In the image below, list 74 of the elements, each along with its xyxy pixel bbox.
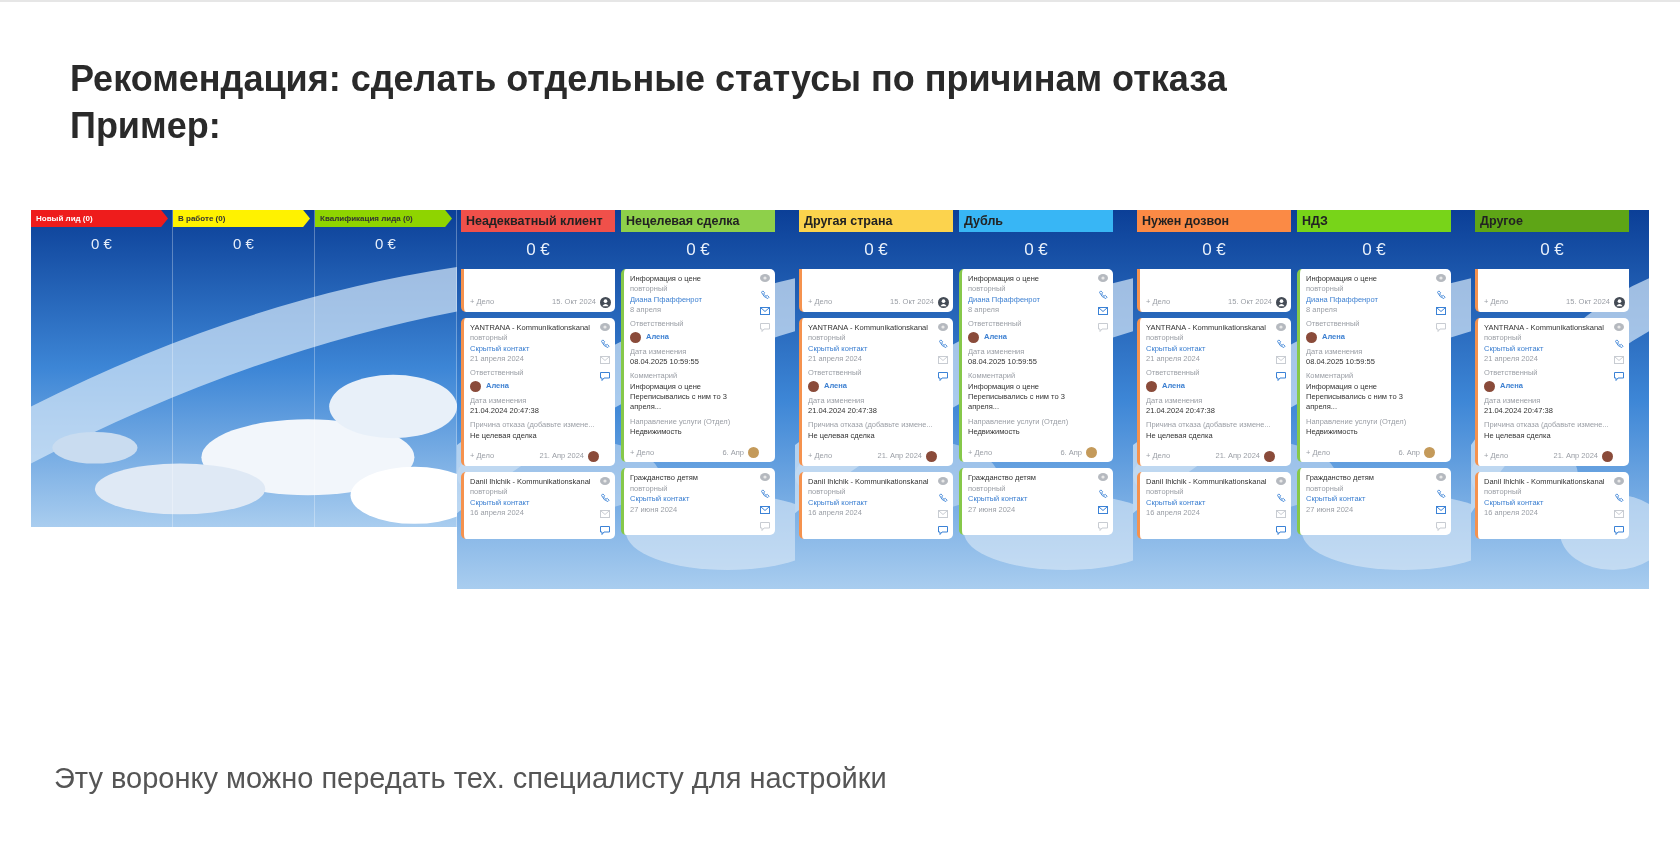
eye-icon[interactable] bbox=[1098, 274, 1108, 282]
eye-icon[interactable] bbox=[1614, 323, 1624, 331]
user-icon bbox=[938, 297, 949, 308]
user-icon bbox=[1614, 297, 1625, 308]
stage-header[interactable]: Неадекватный клиент bbox=[461, 210, 615, 232]
stage-header[interactable]: Квалификация лида (0) bbox=[315, 210, 452, 227]
stage-header[interactable]: Новый лид (0) bbox=[31, 210, 168, 227]
stage-total: 0 € bbox=[233, 235, 254, 252]
note-text: Эту воронку можно передать тех. специалисту для настройки bbox=[54, 762, 887, 795]
avatar bbox=[588, 451, 599, 463]
phone-icon[interactable] bbox=[760, 290, 770, 299]
stage-total: 0 € bbox=[1024, 240, 1048, 260]
phone-icon[interactable] bbox=[1098, 489, 1108, 499]
phone-icon[interactable] bbox=[600, 339, 610, 348]
eye-icon[interactable] bbox=[938, 323, 948, 331]
stage-total: 0 € bbox=[864, 240, 888, 260]
stage-header[interactable]: Другая страна bbox=[799, 210, 953, 232]
avatar bbox=[470, 380, 481, 392]
phone-icon[interactable] bbox=[1098, 290, 1108, 299]
eye-icon[interactable] bbox=[600, 323, 610, 331]
avatar bbox=[748, 447, 759, 459]
envelope-icon[interactable] bbox=[760, 307, 770, 315]
chat-icon[interactable] bbox=[1614, 372, 1624, 381]
avatar bbox=[1602, 451, 1613, 463]
eye-icon[interactable] bbox=[1098, 473, 1108, 482]
chat-icon[interactable] bbox=[1098, 522, 1108, 532]
envelope-icon[interactable] bbox=[1614, 510, 1624, 519]
chat-icon[interactable] bbox=[1098, 323, 1108, 332]
eye-icon[interactable] bbox=[1614, 477, 1624, 486]
avatar bbox=[926, 451, 937, 463]
deal-card[interactable] bbox=[621, 269, 775, 463]
stage-header[interactable]: В работе (0) bbox=[173, 210, 310, 227]
chat-icon[interactable] bbox=[938, 372, 948, 381]
stage-total: 0 € bbox=[1540, 240, 1564, 260]
avatar bbox=[1484, 380, 1495, 392]
chat-icon[interactable] bbox=[1614, 526, 1624, 536]
stage-total: 0 € bbox=[526, 240, 550, 260]
deal-card[interactable] bbox=[959, 269, 1113, 463]
phone-icon[interactable] bbox=[938, 339, 948, 348]
envelope-icon[interactable] bbox=[600, 510, 610, 519]
eye-icon[interactable] bbox=[760, 274, 770, 282]
stage-total: 0 € bbox=[686, 240, 710, 260]
stage-header[interactable]: Другое bbox=[1475, 210, 1629, 232]
stage-header[interactable]: Нецелевая сделка bbox=[621, 210, 775, 232]
chat-icon[interactable] bbox=[600, 372, 610, 381]
chat-icon[interactable] bbox=[600, 526, 610, 536]
chat-icon[interactable] bbox=[760, 323, 770, 332]
avatar bbox=[808, 380, 819, 392]
heading: Пример: bbox=[70, 104, 221, 148]
avatar bbox=[968, 331, 979, 343]
phone-icon[interactable] bbox=[1614, 339, 1624, 348]
user-icon bbox=[600, 297, 611, 308]
phone-icon[interactable] bbox=[760, 489, 770, 499]
phone-icon[interactable] bbox=[600, 493, 610, 503]
eye-icon[interactable] bbox=[760, 473, 770, 482]
stage-total: 0 € bbox=[375, 235, 396, 252]
stage-total: 0 € bbox=[91, 235, 112, 252]
avatar bbox=[630, 331, 641, 343]
envelope-icon[interactable] bbox=[938, 510, 948, 519]
envelope-icon[interactable] bbox=[1098, 506, 1108, 515]
envelope-icon[interactable] bbox=[1098, 307, 1108, 315]
avatar bbox=[1086, 447, 1097, 459]
chat-icon[interactable] bbox=[938, 526, 948, 536]
envelope-icon[interactable] bbox=[1614, 356, 1624, 364]
envelope-icon[interactable] bbox=[600, 356, 610, 364]
envelope-icon[interactable] bbox=[938, 356, 948, 364]
phone-icon[interactable] bbox=[938, 493, 948, 503]
phone-icon[interactable] bbox=[1614, 493, 1624, 503]
envelope-icon[interactable] bbox=[760, 506, 770, 515]
stage-header[interactable]: Дубль bbox=[959, 210, 1113, 232]
eye-icon[interactable] bbox=[938, 477, 948, 486]
chat-icon[interactable] bbox=[760, 522, 770, 532]
heading: Рекомендация: сделать отдельные статусы по причинам отказа bbox=[70, 57, 1227, 101]
eye-icon[interactable] bbox=[600, 477, 610, 486]
